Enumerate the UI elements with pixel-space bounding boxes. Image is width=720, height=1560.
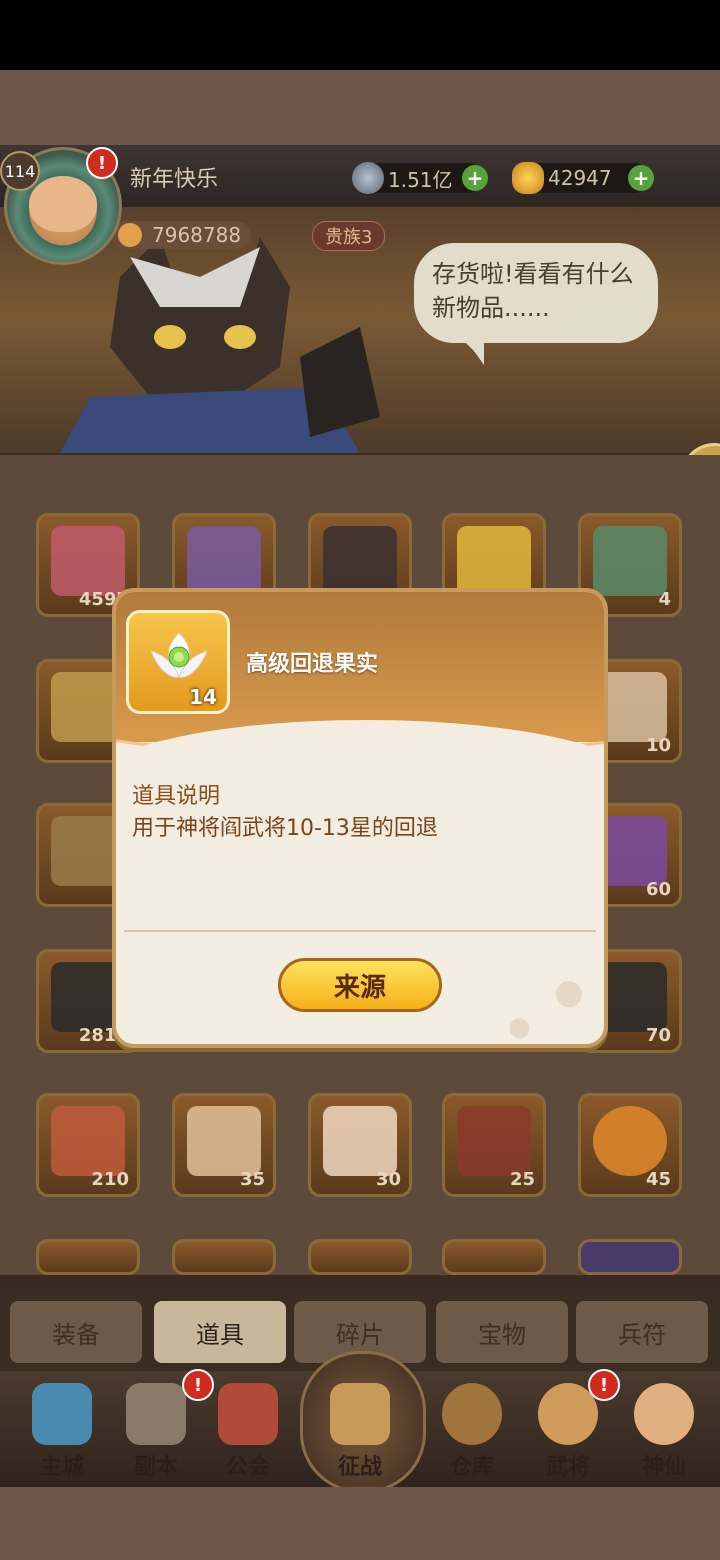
gold-resource: 42947 + [512, 162, 654, 194]
tab-tokens[interactable]: 兵符 [576, 1301, 708, 1363]
tab-treasures[interactable]: 宝物 [436, 1301, 568, 1363]
avatar-alert-icon: ! [86, 147, 118, 179]
nav-guild[interactable]: 公会 [208, 1375, 288, 1483]
description-title: 道具说明 [132, 784, 221, 809]
bag-icon [442, 1383, 502, 1445]
item-detail-popup: 14 高级回退果实 道具说明 用于神将阎武将10-13星的回退 来源 ● ● [112, 588, 608, 1048]
cat-immortal-icon [634, 1383, 694, 1445]
letterbox-bottom [0, 1487, 720, 1560]
silver-resource: 1.51亿 + [352, 162, 488, 194]
dungeon-alert-icon: ! [182, 1369, 214, 1401]
level-badge: 114 [0, 151, 40, 191]
silver-coin-icon [352, 162, 384, 194]
player-name: 新年快乐 [130, 167, 219, 192]
description-text: 用于神将阎武将10-13星的回退 [132, 816, 438, 841]
paw-print-icon: ● [508, 1012, 531, 1042]
letterbox-top [0, 70, 720, 145]
generals-alert-icon: ! [588, 1369, 620, 1401]
game-screen: 新年快乐 1.51亿 + 42947 + 114 ! 存货啦!看看有什么新物品.… [0, 145, 720, 1487]
avatar-face [29, 176, 97, 232]
status-bar [0, 0, 720, 70]
item-slot[interactable] [308, 1239, 412, 1275]
item-slot[interactable]: 25 [442, 1093, 546, 1197]
speech-bubble: 存货啦!看看有什么新物品...... [414, 243, 658, 365]
exp-value: 7968788 [152, 223, 242, 247]
item-slot[interactable] [172, 1239, 276, 1275]
item-name: 高级回退果实 [246, 652, 379, 677]
item-slot[interactable]: 45 [578, 1093, 682, 1197]
noble-badge[interactable]: 贵族3 [312, 221, 386, 251]
add-silver-button[interactable]: + [462, 165, 488, 191]
sword-icon [126, 1383, 186, 1445]
source-button[interactable]: 来源 [278, 958, 442, 1012]
item-slot[interactable] [578, 1239, 682, 1275]
lotus-fruit-icon [150, 632, 208, 678]
item-slot[interactable] [442, 1239, 546, 1275]
gold-ingot-icon [512, 162, 544, 194]
tab-equipment[interactable]: 装备 [10, 1301, 142, 1363]
paw-print-icon: ● [554, 972, 584, 1012]
helmet-icon [330, 1383, 390, 1445]
nav-warehouse[interactable]: 仓库 [432, 1375, 512, 1483]
add-gold-button[interactable]: + [628, 165, 654, 191]
shopkeeper-cat-illustration [60, 237, 380, 453]
flag-icon [218, 1383, 278, 1445]
item-quantity: 14 [189, 685, 217, 709]
item-slot[interactable] [36, 1239, 140, 1275]
paw-icon [118, 223, 142, 247]
item-icon: 14 [126, 610, 230, 714]
tab-items[interactable]: 道具 [154, 1301, 286, 1363]
bottom-nav: 主城 副本 公会 征战 仓库 武将 神仙 ! ! [0, 1351, 720, 1487]
item-slot[interactable]: 35 [172, 1093, 276, 1197]
castle-icon [32, 1383, 92, 1445]
item-slot[interactable]: 30 [308, 1093, 412, 1197]
gold-amount: 42947 [548, 166, 612, 190]
divider [124, 930, 596, 932]
nav-campaign[interactable]: 征战 [320, 1375, 400, 1483]
nav-main-city[interactable]: 主城 [22, 1375, 102, 1483]
silver-amount: 1.51亿 [388, 167, 453, 192]
exp-counter: 7968788 [112, 221, 252, 249]
item-slot[interactable]: 210 [36, 1093, 140, 1197]
nav-immortals[interactable]: 神仙 [624, 1375, 704, 1483]
